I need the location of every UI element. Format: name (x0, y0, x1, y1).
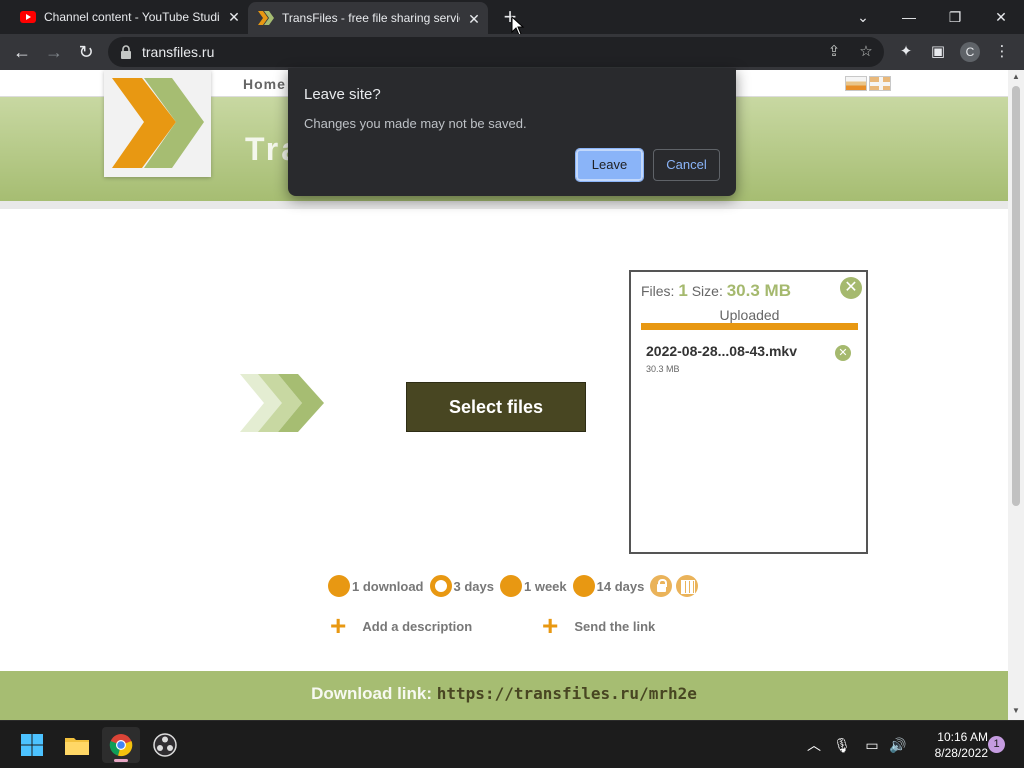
banner-divider (0, 201, 1008, 209)
scrollbar-thumb[interactable] (1012, 86, 1020, 506)
password-lock-icon[interactable] (650, 575, 673, 597)
mouse-cursor-icon (511, 16, 525, 36)
tab-search-icon[interactable]: ⌄ (840, 0, 886, 34)
nav-home-link[interactable]: Home (243, 76, 286, 92)
send-link-label: Send the link (574, 618, 656, 634)
plus-icon: + (330, 610, 347, 641)
scroll-up-icon[interactable]: ▲ (1008, 70, 1024, 84)
dialog-message: Changes you made may not be saved. (304, 116, 527, 131)
file-size: 30.3 MB (646, 364, 680, 374)
remove-file-icon[interactable]: ✕ (835, 345, 851, 361)
radio-dot-icon[interactable] (572, 575, 595, 597)
add-description-button[interactable]: + Add a description (330, 610, 473, 641)
cancel-button[interactable]: Cancel (653, 149, 720, 181)
language-switcher (845, 76, 891, 91)
youtube-icon (20, 9, 36, 25)
close-tab-icon[interactable]: ✕ (226, 9, 242, 25)
files-label: Files: (641, 283, 675, 299)
qr-code-icon[interactable] (676, 575, 699, 597)
tab-title: Channel content - YouTube Studio (44, 10, 219, 24)
add-description-label: Add a description (362, 618, 473, 634)
windows-taskbar: ︿ 🎙 ▭ 🔊 10:16 AM 8/28/2022 1 (0, 720, 1024, 768)
file-name: 2022-08-28...08-43.mkv (646, 343, 797, 359)
tab-youtube-studio[interactable]: Channel content - YouTube Studio ✕ (8, 0, 248, 34)
notification-badge[interactable]: 1 (988, 736, 1005, 753)
select-files-button[interactable]: Select files (406, 382, 586, 432)
chevron-up-icon[interactable]: ︿ (804, 735, 824, 755)
browser-toolbar: ← → ↻ transfiles.ru ⇪ ☆ ✦ ▣ C ⋮ (0, 34, 1024, 70)
option-label: 14 days (596, 578, 645, 594)
radio-selected-icon[interactable] (429, 575, 452, 597)
download-url-link[interactable]: https://transfiles.ru/mrh2e (437, 684, 697, 703)
close-window-button[interactable]: ✕ (978, 0, 1024, 34)
download-link-bar: Download link: https://transfiles.ru/mrh… (0, 671, 1008, 720)
option-label: 1 download (352, 578, 424, 594)
russian-flag-icon[interactable] (845, 76, 867, 91)
option-1-download[interactable]: 1 download (328, 575, 424, 597)
files-summary: Files: 1 Size: 30.3 MB (641, 281, 791, 301)
file-explorer-icon[interactable] (58, 727, 96, 763)
close-tab-icon[interactable]: ✕ (466, 11, 482, 27)
network-icon[interactable]: ▭ (862, 735, 882, 755)
share-icon[interactable]: ⇪ (824, 42, 844, 62)
back-button[interactable]: ← (10, 40, 34, 64)
upload-status: Uploaded (719, 307, 780, 323)
page-scrollbar[interactable]: ▲ ▼ (1008, 70, 1024, 720)
url-text: transfiles.ru (142, 44, 215, 60)
clear-all-icon[interactable]: ✕ (840, 277, 862, 299)
option-label: 1 week (523, 578, 567, 594)
option-14-days[interactable]: 14 days (572, 575, 645, 597)
profile-avatar[interactable]: C (960, 42, 980, 62)
radio-dot-icon[interactable] (499, 575, 522, 597)
uk-flag-icon[interactable] (869, 76, 891, 91)
option-1-week[interactable]: 1 week (499, 575, 567, 597)
size-label: Size: (691, 283, 723, 299)
size-value: 30.3 MB (726, 281, 791, 300)
clock-time: 10:16 AM (937, 730, 988, 744)
leave-site-dialog: Leave site? Changes you made may not be … (288, 68, 736, 196)
dialog-title: Leave site? (304, 86, 381, 103)
tab-transfiles[interactable]: TransFiles - free file sharing service ✕ (248, 2, 488, 34)
restore-button[interactable]: ❐ (932, 0, 978, 34)
tab-title: TransFiles - free file sharing service (282, 11, 460, 25)
plus-icon: + (542, 610, 559, 641)
option-3-days[interactable]: 3 days (429, 575, 494, 597)
expiry-options: 1 download 3 days 1 week 14 days (328, 574, 702, 598)
windows-start-icon[interactable] (13, 727, 51, 763)
send-link-button[interactable]: + Send the link (542, 610, 656, 641)
uploaded-files-panel: Files: 1 Size: 30.3 MB ✕ Uploaded 2022-0… (629, 270, 868, 554)
bookmark-star-icon[interactable]: ☆ (856, 42, 876, 62)
active-app-indicator (114, 759, 128, 762)
volume-icon[interactable]: 🔊 (888, 735, 908, 755)
download-label: Download link: (311, 684, 433, 703)
obs-studio-icon[interactable] (146, 727, 184, 763)
option-label: 3 days (453, 578, 494, 594)
menu-icon[interactable]: ⋮ (990, 40, 1014, 64)
reload-button[interactable]: ↻ (74, 40, 98, 64)
side-panel-icon[interactable]: ▣ (926, 40, 950, 64)
clock-date: 8/28/2022 (934, 746, 988, 760)
extensions-icon[interactable]: ✦ (894, 40, 918, 64)
radio-dot-icon[interactable] (328, 575, 350, 597)
site-logo[interactable] (104, 70, 211, 177)
forward-button[interactable]: → (42, 40, 66, 64)
browser-tab-strip: Channel content - YouTube Studio ✕ Trans… (0, 0, 1024, 36)
download-link-row: Download link: https://transfiles.ru/mrh… (0, 684, 1008, 704)
transfiles-icon (258, 10, 274, 26)
microphone-icon[interactable]: 🎙 (832, 735, 852, 755)
chrome-icon[interactable] (102, 727, 140, 763)
minimize-button[interactable]: — (886, 0, 932, 34)
leave-button[interactable]: Leave (575, 148, 644, 182)
decorative-arrows-icon (238, 372, 326, 439)
upload-progress-bar (641, 323, 858, 330)
scroll-down-icon[interactable]: ▼ (1008, 704, 1024, 718)
lock-icon[interactable] (120, 45, 132, 59)
files-count: 1 (678, 281, 688, 300)
address-bar[interactable]: transfiles.ru ⇪ ☆ (108, 37, 884, 67)
system-clock[interactable]: 10:16 AM 8/28/2022 (912, 729, 988, 761)
